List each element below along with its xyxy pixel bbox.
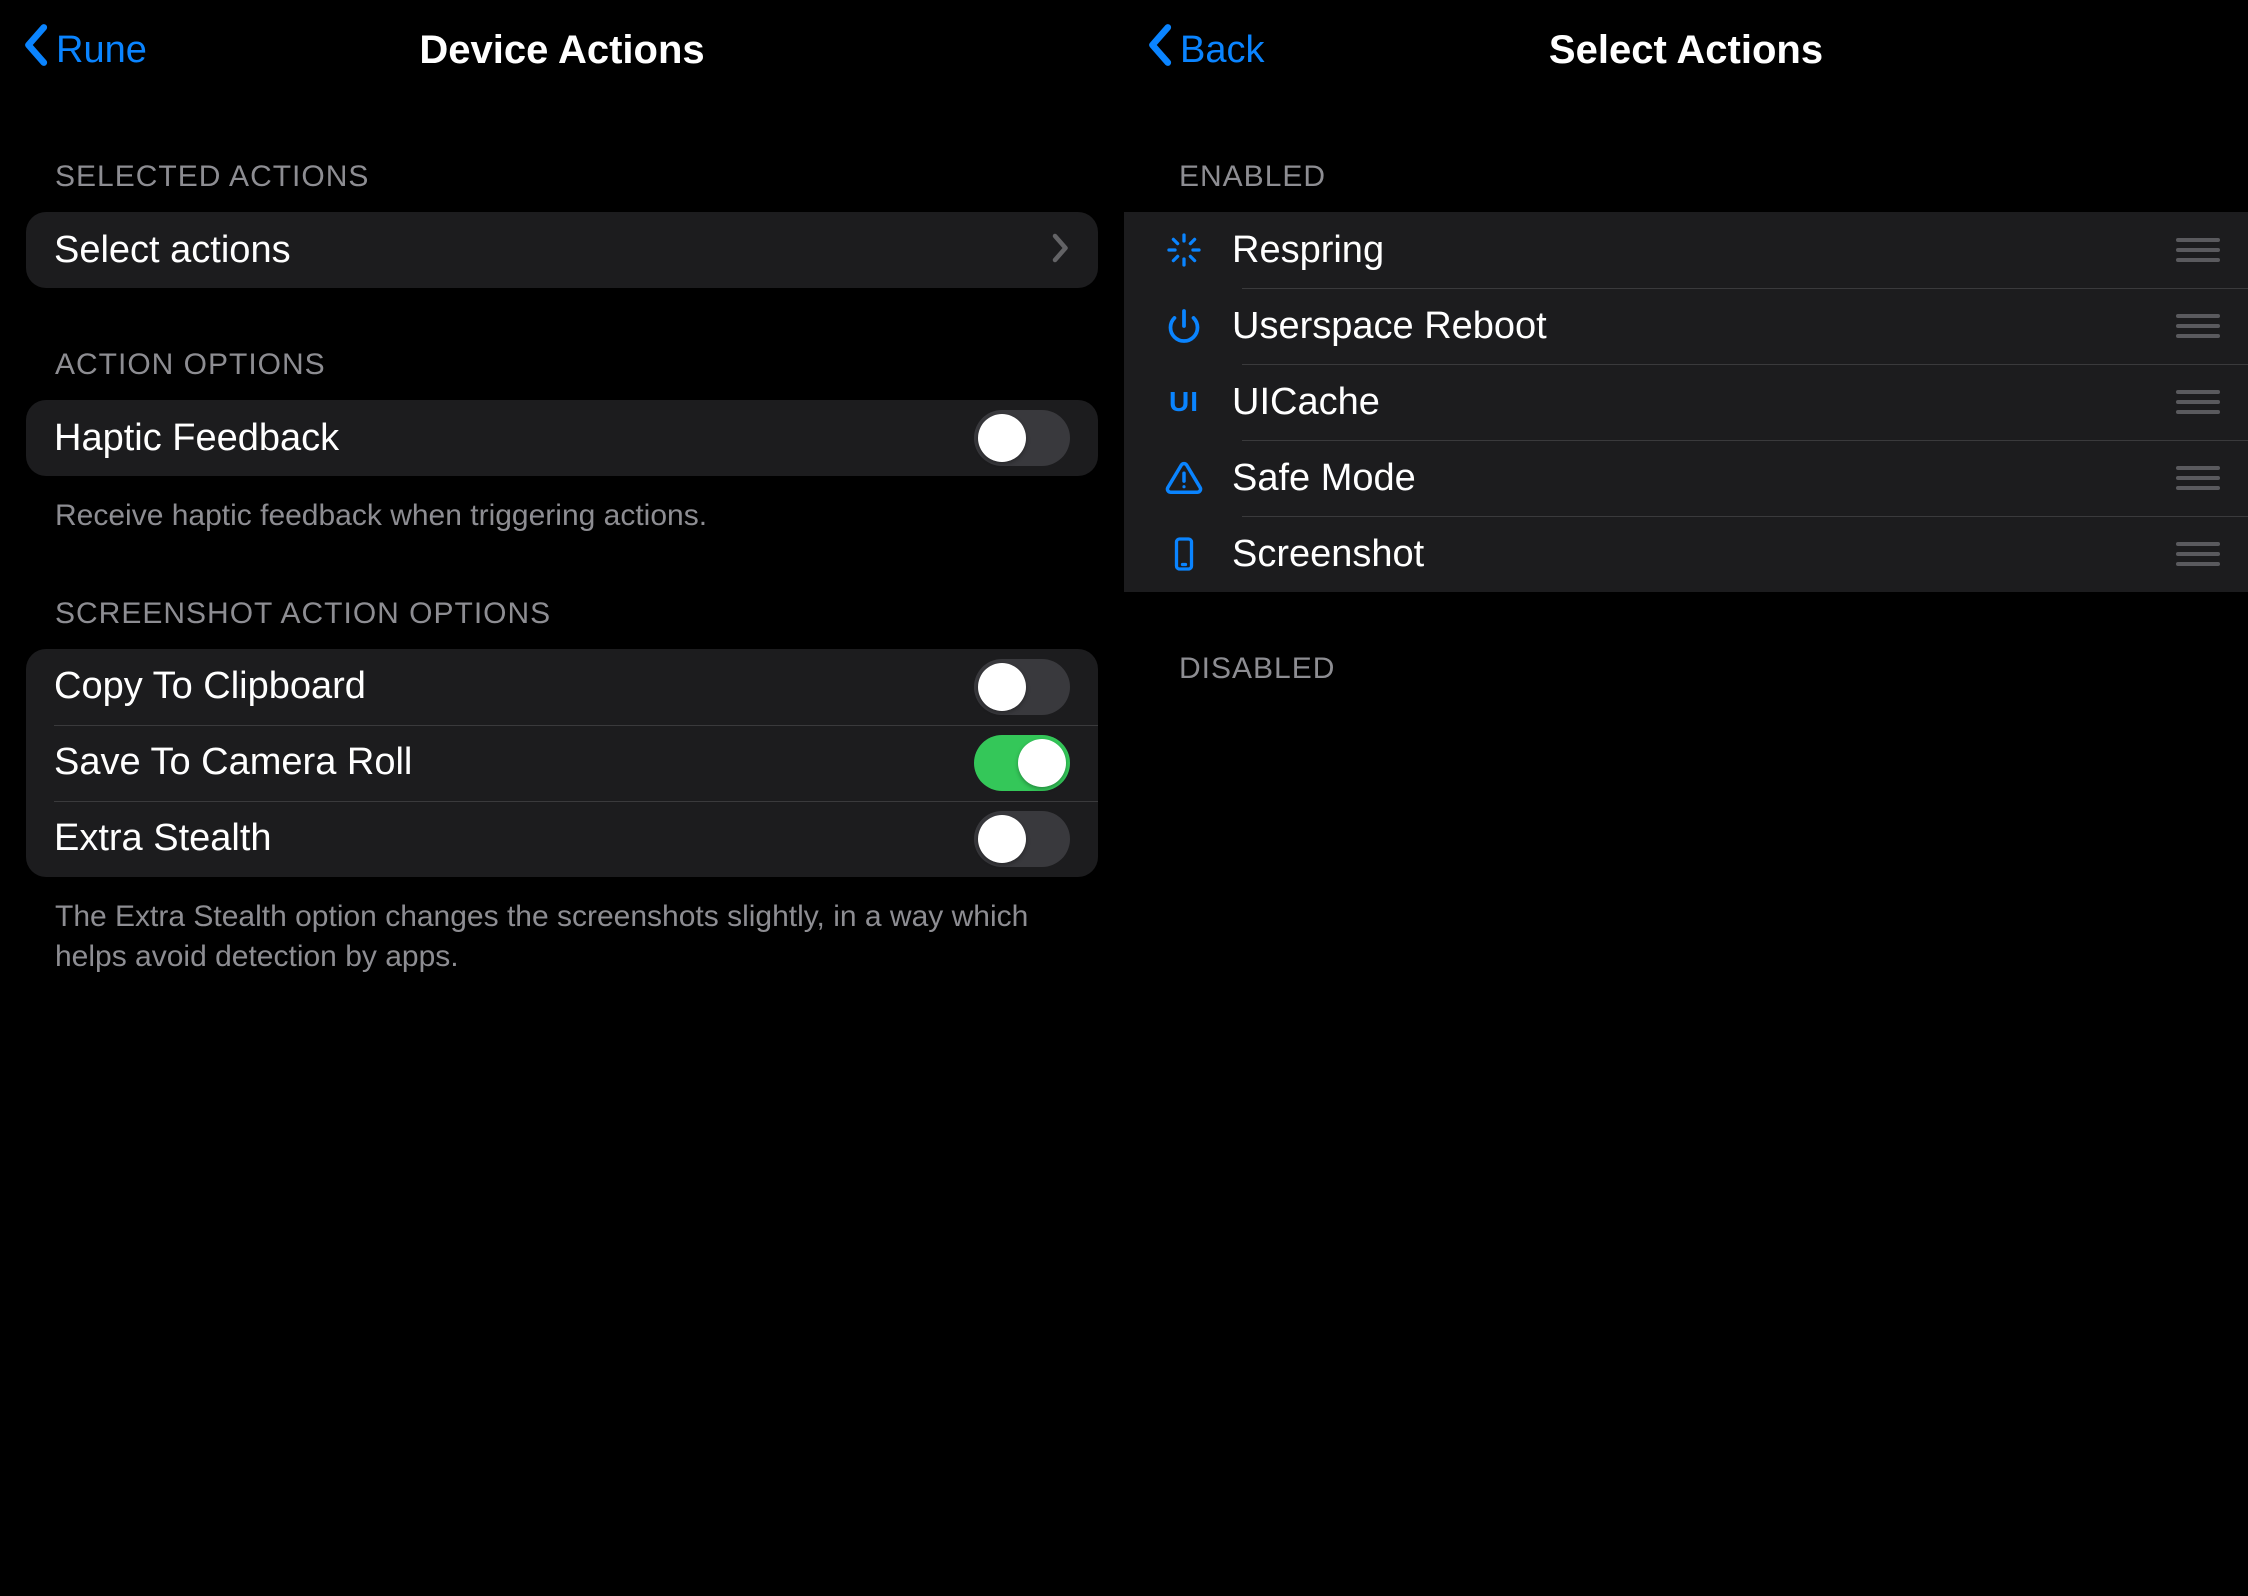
action-row-uicache[interactable]: UI UICache [1124,364,2248,440]
section-header-action-options: ACTION OPTIONS [0,288,1124,400]
device-actions-panel: Rune Device Actions SELECTED ACTIONS Sel… [0,0,1124,1596]
extra-stealth-toggle[interactable] [974,811,1070,867]
section-header-enabled: ENABLED [1124,100,2248,212]
haptic-feedback-label: Haptic Feedback [54,417,974,460]
navbar-right: Back Select Actions [1124,0,2248,100]
drag-handle-icon[interactable] [2176,390,2220,414]
action-options-footer: Receive haptic feedback when triggering … [0,476,1124,537]
copy-clipboard-label: Copy To Clipboard [54,665,974,708]
navbar-left: Rune Device Actions [0,0,1124,100]
group-enabled: Respring Userspace Reboot UI UICache [1124,212,2248,592]
drag-handle-icon[interactable] [2176,542,2220,566]
screenshot-options-footer: The Extra Stealth option changes the scr… [0,877,1124,978]
select-actions-row[interactable]: Select actions [26,212,1098,288]
haptic-feedback-row: Haptic Feedback [26,400,1098,476]
action-row-userspace-reboot[interactable]: Userspace Reboot [1124,288,2248,364]
chevron-right-icon [1052,233,1070,268]
section-header-selected-actions: SELECTED ACTIONS [0,100,1124,212]
section-header-screenshot-options: SCREENSHOT ACTION OPTIONS [0,537,1124,649]
haptic-feedback-toggle[interactable] [974,410,1070,466]
action-label: UICache [1214,381,2176,424]
action-row-screenshot[interactable]: Screenshot [1124,516,2248,592]
copy-clipboard-toggle[interactable] [974,659,1070,715]
save-camera-roll-label: Save To Camera Roll [54,741,974,784]
action-label: Safe Mode [1214,457,2176,500]
action-label: Userspace Reboot [1214,305,2176,348]
group-action-options: Haptic Feedback [26,400,1098,476]
drag-handle-icon[interactable] [2176,238,2220,262]
respring-icon [1124,212,1214,288]
action-label: Screenshot [1214,533,2176,576]
select-actions-label: Select actions [54,229,1052,272]
group-selected-actions: Select actions [26,212,1098,288]
save-camera-roll-row: Save To Camera Roll [26,725,1098,801]
drag-handle-icon[interactable] [2176,314,2220,338]
save-camera-roll-toggle[interactable] [974,735,1070,791]
action-row-safe-mode[interactable]: Safe Mode [1124,440,2248,516]
warning-icon [1124,440,1214,516]
copy-clipboard-row: Copy To Clipboard [26,649,1098,725]
select-actions-panel: Back Select Actions ENABLED Respring [1124,0,2248,1596]
phone-icon [1124,516,1214,592]
drag-handle-icon[interactable] [2176,466,2220,490]
section-header-disabled: DISABLED [1124,592,2248,704]
page-title: Select Actions [1124,28,2248,73]
extra-stealth-row: Extra Stealth [26,801,1098,877]
extra-stealth-label: Extra Stealth [54,817,974,860]
power-icon [1124,288,1214,364]
action-row-respring[interactable]: Respring [1124,212,2248,288]
action-label: Respring [1214,229,2176,272]
page-title: Device Actions [0,28,1124,73]
group-screenshot-options: Copy To Clipboard Save To Camera Roll Ex… [26,649,1098,877]
ui-icon: UI [1124,364,1214,440]
